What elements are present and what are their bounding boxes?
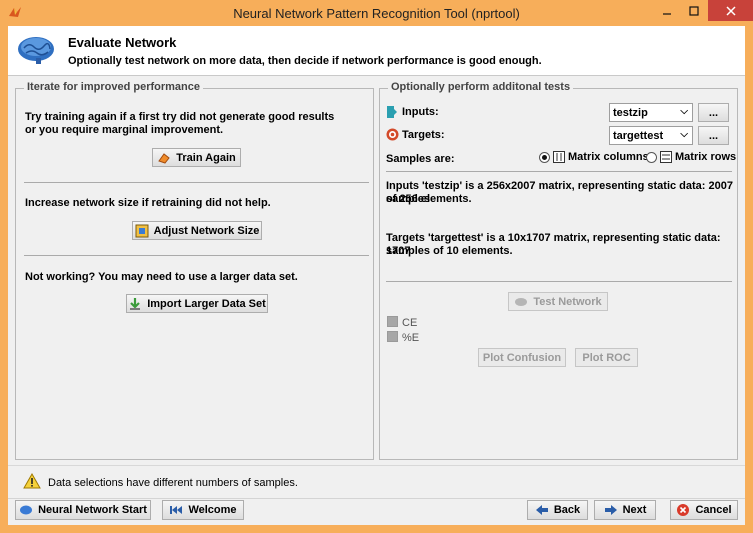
train-icon [158, 152, 170, 164]
browse-label: ... [708, 129, 719, 142]
targets-value: targettest [613, 129, 664, 142]
rows-icon [660, 151, 672, 163]
divider [24, 255, 369, 256]
arrow-right-icon [604, 505, 617, 515]
close-icon [725, 5, 736, 16]
test-network-label: Test Network [533, 295, 602, 308]
retrain-text-1: Try training again if a first try did no… [25, 111, 335, 123]
targets-icon [386, 128, 399, 141]
plot-roc-label: Plot ROC [582, 351, 631, 364]
matrix-columns-label: Matrix columns [568, 151, 649, 163]
divider [8, 498, 745, 499]
targets-select[interactable]: targettest ⌵ [609, 126, 693, 145]
network-size-icon [135, 224, 149, 237]
ce-label: CE [402, 317, 418, 329]
title-bar[interactable]: Neural Network Pattern Recognition Tool … [0, 0, 753, 26]
cancel-label: Cancel [695, 504, 732, 516]
plot-confusion-label: Plot Confusion [482, 351, 562, 364]
import-icon [130, 297, 141, 310]
import-larger-data-button[interactable]: Import Larger Data Set [126, 294, 268, 313]
page-subtitle: Optionally test network on more data, th… [68, 55, 542, 67]
data-text: Not working? You may need to use a large… [25, 271, 298, 283]
inputs-icon [387, 106, 397, 118]
maximize-icon [689, 5, 699, 16]
matrix-rows-radio[interactable]: Matrix rows [646, 151, 736, 163]
divider [8, 465, 745, 466]
plot-confusion-button[interactable]: Plot Confusion [478, 348, 566, 367]
radio-unselected[interactable] [646, 151, 657, 163]
divider [386, 281, 732, 282]
welcome-label: Welcome [188, 504, 237, 516]
cancel-button[interactable]: Cancel [670, 500, 738, 520]
test-network-button[interactable]: Test Network [508, 292, 608, 311]
targets-label: Targets: [402, 129, 445, 141]
size-text: Increase network size if retraining did … [25, 197, 271, 209]
adjust-network-size-button[interactable]: Adjust Network Size [132, 221, 262, 240]
tests-panel-title: Optionally perform additonal tests [388, 81, 574, 93]
page-title: Evaluate Network [68, 35, 177, 50]
back-button[interactable]: Back [527, 500, 588, 520]
minimize-icon [662, 12, 671, 15]
ce-checkbox[interactable] [387, 316, 398, 327]
divider [386, 171, 732, 172]
client-area: Evaluate Network Optionally test network… [8, 26, 745, 525]
plot-roc-button[interactable]: Plot ROC [575, 348, 638, 367]
brain-small-icon [20, 505, 33, 515]
columns-icon [553, 151, 565, 163]
back-label: Back [553, 504, 581, 516]
next-button[interactable]: Next [594, 500, 656, 520]
import-label: Import Larger Data Set [147, 297, 266, 310]
inputs-value: testzip [613, 106, 648, 119]
pe-label: %E [402, 332, 420, 344]
start-label: Neural Network Start [38, 504, 147, 516]
app-window: Neural Network Pattern Recognition Tool … [0, 0, 753, 533]
window-title: Neural Network Pattern Recognition Tool … [233, 6, 520, 21]
inputs-select[interactable]: testzip ⌵ [609, 103, 693, 122]
targets-browse-button[interactable]: ... [698, 126, 729, 145]
train-again-label: Train Again [176, 151, 236, 164]
chevron-down-icon: ⌵ [680, 129, 688, 140]
page-header: Evaluate Network Optionally test network… [8, 26, 745, 76]
targets-info-2: samples of 10 elements. [386, 245, 513, 257]
close-button[interactable] [708, 0, 753, 21]
divider [24, 182, 369, 183]
next-label: Next [622, 504, 647, 516]
adjust-label: Adjust Network Size [153, 224, 260, 237]
welcome-button[interactable]: Welcome [162, 500, 244, 520]
iterate-panel-title: Iterate for improved performance [24, 81, 203, 93]
matrix-columns-radio[interactable]: Matrix columns [539, 151, 649, 163]
rewind-icon [170, 506, 183, 514]
train-again-button[interactable]: Train Again [152, 148, 241, 167]
minimize-button[interactable] [653, 0, 680, 21]
warning-text: Data selections have different numbers o… [48, 477, 298, 489]
cancel-icon [677, 504, 690, 516]
radio-selected[interactable] [539, 151, 550, 163]
test-network-icon [515, 297, 528, 306]
neural-network-start-button[interactable]: Neural Network Start [15, 500, 151, 520]
warning-icon [23, 473, 41, 489]
retrain-text-2: or you require marginal improvement. [25, 124, 224, 136]
browse-label: ... [708, 106, 719, 119]
samples-label: Samples are: [386, 153, 455, 165]
maximize-button[interactable] [681, 0, 707, 21]
chevron-down-icon: ⌵ [680, 106, 688, 117]
matrix-rows-label: Matrix rows [675, 151, 737, 163]
arrow-left-icon [535, 505, 548, 515]
iterate-panel: Iterate for improved performance Try tra… [15, 81, 374, 460]
brain-icon [18, 37, 54, 64]
inputs-info-2: of 256 elements. [386, 193, 472, 205]
pe-checkbox[interactable] [387, 331, 398, 342]
inputs-browse-button[interactable]: ... [698, 103, 729, 122]
inputs-label: Inputs: [402, 106, 439, 118]
additional-tests-panel: Optionally perform additonal tests Input… [379, 81, 738, 460]
